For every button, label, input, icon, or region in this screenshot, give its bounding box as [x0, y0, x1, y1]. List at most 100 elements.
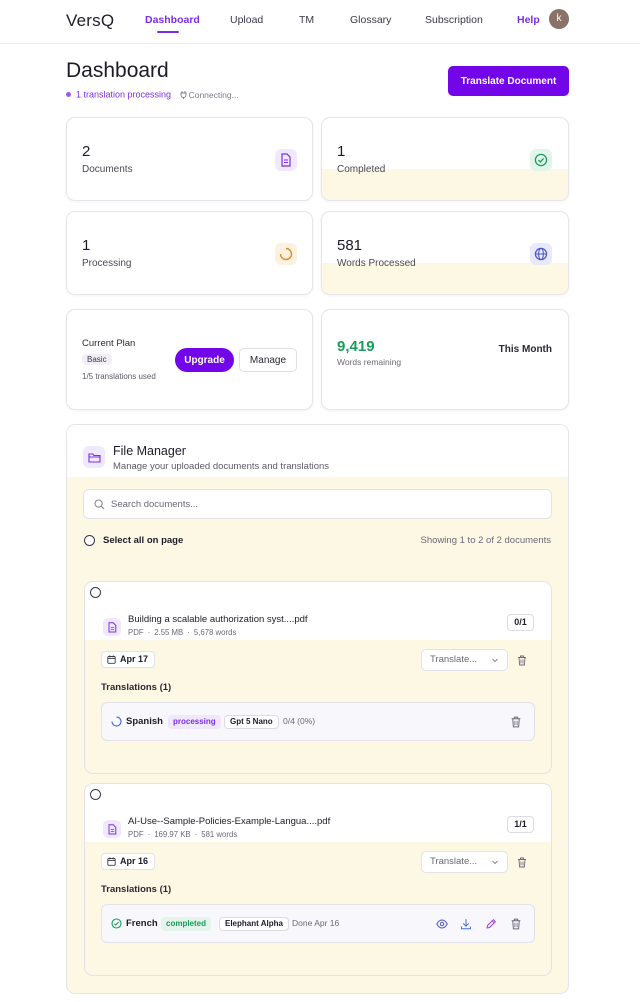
model-badge: Gpt 5 Nano: [224, 715, 279, 729]
plan-label: Current Plan: [82, 338, 136, 349]
translate-language-select[interactable]: Translate...: [421, 649, 508, 671]
translation-language: Spanish: [126, 716, 163, 727]
translations-heading: Translations (1): [101, 884, 172, 895]
words-remaining-value: 9,419: [337, 338, 375, 355]
plan-usage: 1/5 translations used: [82, 372, 156, 381]
words-remaining-label: Words remaining: [337, 357, 402, 367]
words-remaining-card: 9,419 Words remaining This Month: [321, 309, 569, 410]
nav-tm[interactable]: TM: [299, 14, 314, 26]
search-icon: [94, 499, 105, 510]
nav-help[interactable]: Help: [517, 14, 540, 26]
plug-icon: [180, 90, 187, 99]
delete-document-icon[interactable]: [517, 655, 527, 666]
calendar-icon: [107, 655, 116, 664]
app-logo[interactable]: VersQ: [66, 11, 114, 31]
document-checkbox[interactable]: [90, 587, 101, 598]
stat-value: 2: [82, 143, 91, 160]
stat-label: Completed: [337, 164, 386, 175]
avatar[interactable]: k: [549, 9, 569, 29]
translation-row: French completed Elephant Alpha Done Apr…: [101, 904, 535, 943]
file-manager-title: File Manager: [113, 444, 186, 458]
stat-value: 1: [337, 143, 346, 160]
document-date: Apr 16: [120, 856, 149, 866]
spinner-icon: [111, 716, 122, 727]
calendar-icon: [107, 857, 116, 866]
globe-icon: [530, 243, 552, 265]
status-badge: completed: [161, 917, 212, 931]
folder-icon: [83, 446, 105, 468]
nav-active-indicator: [157, 31, 179, 33]
period-label: This Month: [498, 344, 552, 355]
document-type: PDF: [128, 830, 144, 839]
select-placeholder: Translate...: [430, 856, 478, 867]
document-card: AI-Use--Sample-Policies-Example-Langua..…: [84, 783, 552, 976]
top-nav: VersQ Dashboard Upload TM Glossary Subsc…: [0, 0, 640, 44]
translation-progress: Done Apr 16: [292, 918, 340, 928]
status-row: 1 translation processing Connecting...: [66, 89, 239, 101]
stat-label: Words Processed: [337, 258, 416, 269]
chevron-down-icon: [492, 860, 498, 865]
plan-card: Current Plan Basic 1/5 translations used…: [66, 309, 313, 410]
document-checkbox[interactable]: [90, 789, 101, 800]
translate-document-button[interactable]: Translate Document: [448, 66, 569, 96]
model-badge: Elephant Alpha: [219, 917, 289, 931]
document-size: 2.55 MB: [154, 628, 184, 637]
spinner-icon: [275, 243, 297, 265]
page-title: Dashboard: [66, 59, 169, 82]
translate-language-select[interactable]: Translate...: [421, 851, 508, 873]
manage-button[interactable]: Manage: [239, 348, 297, 372]
translations-heading: Translations (1): [101, 682, 172, 693]
chevron-down-icon: [492, 658, 498, 663]
status-badge: processing: [168, 715, 221, 729]
search-input[interactable]: [111, 490, 541, 518]
nav-subscription[interactable]: Subscription: [425, 14, 483, 26]
delete-translation-icon[interactable]: [510, 918, 522, 930]
select-all-label[interactable]: Select all on page: [103, 535, 183, 546]
document-type: PDF: [128, 628, 144, 637]
stat-label: Documents: [82, 164, 133, 175]
file-manager-subtitle: Manage your uploaded documents and trans…: [113, 461, 330, 472]
processing-status: 1 translation processing: [76, 89, 172, 100]
date-chip: Apr 16: [101, 853, 156, 870]
download-icon[interactable]: [460, 918, 472, 930]
stat-card-processing: 1 Processing: [66, 211, 313, 295]
processing-dot-icon: [66, 92, 71, 98]
plan-tier-badge: Basic: [82, 354, 112, 365]
date-chip: Apr 17: [101, 651, 156, 668]
document-card: Building a scalable authorization syst..…: [84, 581, 552, 774]
nav-glossary[interactable]: Glossary: [350, 14, 391, 26]
file-icon: [103, 618, 121, 636]
check-circle-icon: [111, 918, 122, 929]
edit-icon[interactable]: [485, 918, 497, 930]
translation-language: French: [126, 918, 158, 929]
document-meta: PDF · 2.55 MB · 5,678 words: [128, 628, 237, 637]
nav-dashboard[interactable]: Dashboard: [145, 14, 200, 26]
translation-count-badge: 1/1: [507, 816, 534, 833]
document-name[interactable]: Building a scalable authorization syst..…: [128, 614, 308, 625]
select-all-checkbox[interactable]: [84, 535, 95, 546]
document-date: Apr 17: [120, 654, 149, 664]
translation-progress: 0/4 (0%): [283, 716, 316, 726]
file-icon: [103, 820, 121, 838]
translation-count-badge: 0/1: [507, 614, 534, 631]
delete-document-icon[interactable]: [517, 857, 527, 868]
file-manager: File Manager Manage your uploaded docume…: [66, 424, 569, 994]
delete-translation-icon[interactable]: [510, 716, 522, 728]
select-placeholder: Translate...: [430, 654, 478, 665]
stat-card-documents: 2 Documents: [66, 117, 313, 201]
connection-status: Connecting...: [180, 90, 239, 100]
stat-value: 581: [337, 237, 363, 254]
document-size: 169.97 KB: [154, 830, 191, 839]
eye-icon[interactable]: [436, 918, 448, 930]
stat-label: Processing: [82, 258, 132, 269]
document-words: 581 words: [201, 830, 238, 839]
nav-upload[interactable]: Upload: [230, 14, 263, 26]
document-icon: [275, 149, 297, 171]
connection-text: Connecting...: [188, 89, 239, 100]
document-meta: PDF · 169.97 KB · 581 words: [128, 830, 238, 839]
search-box: [83, 489, 552, 519]
check-circle-icon: [530, 149, 552, 171]
document-name[interactable]: AI-Use--Sample-Policies-Example-Langua..…: [128, 816, 330, 827]
upgrade-button[interactable]: Upgrade: [175, 348, 234, 372]
stat-card-completed: 1 Completed: [321, 117, 569, 201]
